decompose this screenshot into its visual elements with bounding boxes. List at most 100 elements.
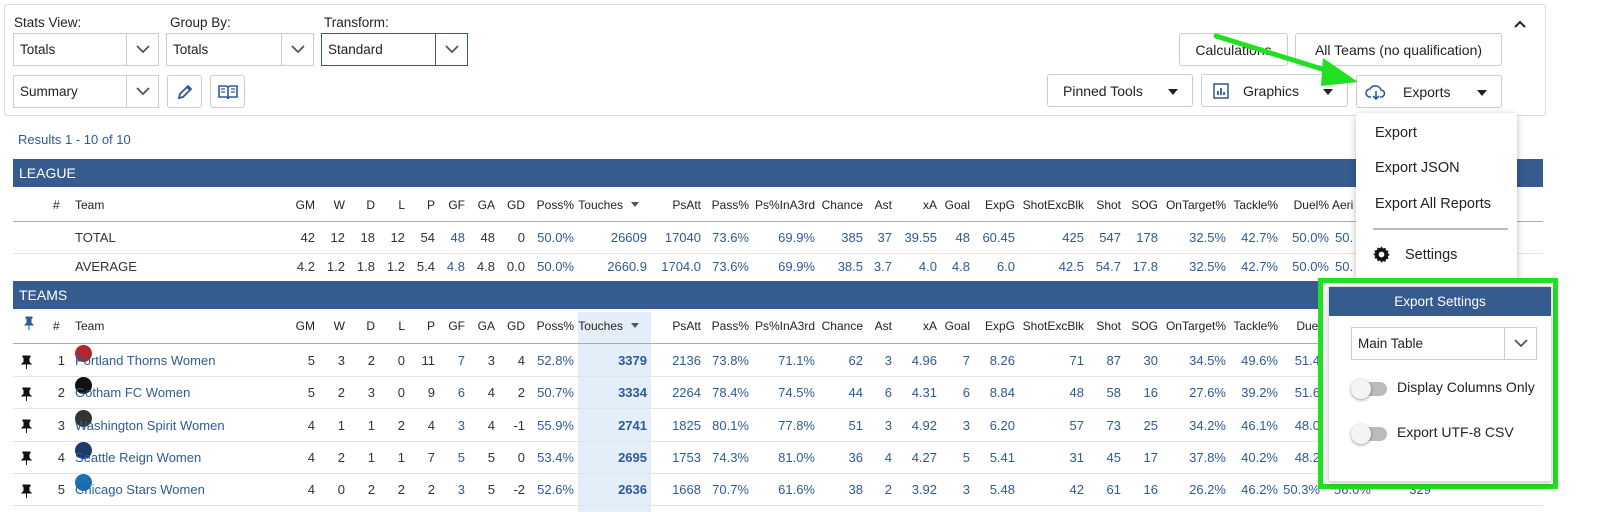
column-header-ast[interactable]: Ast (875, 311, 892, 341)
cell-pass: 73.6% (712, 259, 749, 274)
column-header-goal[interactable]: Goal (945, 190, 970, 220)
edit-button[interactable] (167, 75, 202, 108)
league-row: TOTAL 42 12 18 12 54 48 48 0 50.0% 26609 17040 73.6%… (13, 222, 1543, 254)
cell-pass: 73.6% (712, 230, 749, 245)
chevron-up-icon[interactable] (1512, 18, 1528, 30)
column-header-expg[interactable]: ExpG (985, 311, 1015, 341)
column-header-gd[interactable]: GD (507, 190, 525, 220)
cell-expg: 5.48 (989, 482, 1015, 498)
row-rank: 5 (57, 482, 65, 498)
column-header-pass[interactable]: Pass% (712, 190, 749, 220)
pin-icon[interactable] (20, 474, 33, 506)
column-header-psatt[interactable]: PsAtt (672, 311, 701, 341)
column-header-touches[interactable]: Touches (578, 190, 623, 220)
menu-item-export-all-reports[interactable]: Export All Reports (1375, 196, 1491, 212)
column-header-xa[interactable]: xA (923, 190, 937, 220)
column-header-poss[interactable]: Poss% (537, 190, 574, 220)
cell-duel: 48.2 (1294, 449, 1320, 465)
column-header-goal[interactable]: Goal (945, 311, 970, 341)
column-header-w[interactable]: W (334, 190, 345, 220)
column-header-tackle[interactable]: Tackle% (1233, 311, 1278, 341)
cell-duel: 48.0 (1294, 417, 1320, 433)
menu-item-settings[interactable]: Settings (1372, 245, 1457, 264)
column-header-gf[interactable]: GF (448, 190, 465, 220)
export-utf8-label: Export UTF-8 CSV (1397, 424, 1514, 440)
sort-desc-icon[interactable] (631, 202, 639, 207)
column-header-gm[interactable]: GM (296, 311, 315, 341)
menu-item-export-json[interactable]: Export JSON (1375, 160, 1460, 176)
display-columns-only-toggle[interactable] (1351, 379, 1387, 399)
column-header-gm[interactable]: GM (296, 190, 315, 220)
cell-touches: 26609 (610, 230, 647, 245)
column-header-l[interactable]: L (398, 311, 405, 341)
column-header-psina3rd[interactable]: Ps%InA3rd (755, 190, 815, 220)
summary-select[interactable]: Summary (13, 75, 159, 108)
transform-select[interactable]: Standard (321, 33, 468, 66)
guide-button[interactable] (210, 75, 245, 108)
team-name: Portland Thorns Women (75, 353, 216, 368)
column-header-expg[interactable]: ExpG (985, 190, 1015, 220)
column-header-sog[interactable]: SOG (1131, 190, 1158, 220)
cell-ast: 3 (884, 353, 892, 368)
column-header-w[interactable]: W (334, 311, 345, 341)
column-header-ga[interactable]: GA (478, 311, 495, 341)
column-header-p[interactable]: P (427, 311, 435, 341)
pinned-tools-button[interactable]: Pinned Tools (1047, 74, 1193, 107)
cell-ga: 3 (487, 353, 495, 368)
column-header-ontarget[interactable]: OnTarget% (1166, 311, 1226, 341)
group-by-select[interactable]: Totals (166, 33, 314, 66)
column-header-ga[interactable]: GA (478, 190, 495, 220)
column-header-poss[interactable]: Poss% (537, 311, 574, 341)
pin-icon[interactable] (20, 442, 33, 474)
cell-xa: 39.55 (904, 230, 937, 245)
column-header-shot[interactable]: Shot (1096, 190, 1121, 220)
column-header-pass[interactable]: Pass% (712, 311, 749, 341)
column-header-xa[interactable]: xA (923, 311, 937, 341)
column-header-gf[interactable]: GF (448, 311, 465, 341)
export-utf8-toggle[interactable] (1351, 424, 1387, 444)
cell-poss: 52.8% (537, 353, 574, 368)
column-header-p[interactable]: P (427, 190, 435, 220)
cell-touches: 2741 (618, 417, 647, 433)
column-header-psatt[interactable]: PsAtt (672, 190, 701, 220)
column-header-team[interactable]: Team (75, 190, 104, 220)
team-row: 3 Washington Spirit Women 4 1 1 2 4 3 4 -1 55.9% 27… (13, 409, 1543, 442)
column-header-ast[interactable]: Ast (875, 190, 892, 220)
column-header-ontarget[interactable]: OnTarget% (1166, 190, 1226, 220)
column-header-shotexcblk[interactable]: ShotExcBlk (1023, 311, 1084, 341)
column-header-duel[interactable]: Duel% (1294, 190, 1329, 220)
transform-label: Transform: (324, 15, 389, 30)
column-header-l[interactable]: L (398, 190, 405, 220)
exports-button[interactable]: Exports (1356, 75, 1502, 108)
column-header-d[interactable]: D (366, 311, 375, 341)
cell-touches: 3379 (618, 353, 647, 368)
column-header-aerial[interactable]: Aeri (1332, 190, 1353, 220)
pin-icon[interactable] (20, 345, 33, 377)
column-header-shotexcblk[interactable]: ShotExcBlk (1023, 190, 1084, 220)
cell-goal: 7 (962, 353, 970, 368)
column-header-shot[interactable]: Shot (1096, 311, 1121, 341)
column-header-chance[interactable]: Chance (822, 311, 863, 341)
pin-icon[interactable] (20, 410, 33, 442)
column-header-sog[interactable]: SOG (1131, 311, 1158, 341)
table-select[interactable]: Main Table (1351, 327, 1537, 360)
sort-desc-icon[interactable] (631, 323, 639, 328)
column-header-tackle[interactable]: Tackle% (1233, 190, 1278, 220)
column-header-num: # (53, 198, 60, 212)
cell-xa: 4.96 (911, 353, 937, 368)
book-icon (217, 84, 238, 99)
cell-shot: 547 (1099, 230, 1121, 245)
column-header-chance[interactable]: Chance (822, 190, 863, 220)
stats-view-select[interactable]: Totals (13, 33, 159, 66)
column-header-d[interactable]: D (366, 190, 375, 220)
cell-w: 2 (337, 449, 345, 465)
pin-header-icon[interactable] (23, 311, 35, 341)
column-header-team[interactable]: Team (75, 311, 104, 341)
column-header-touches[interactable]: Touches (578, 311, 623, 341)
column-header-psina3rd[interactable]: Ps%InA3rd (755, 311, 815, 341)
column-header-gd[interactable]: GD (507, 311, 525, 341)
cell-expg: 8.84 (989, 385, 1015, 401)
pin-icon[interactable] (20, 377, 33, 409)
menu-item-export[interactable]: Export (1375, 125, 1417, 141)
cell-psina3rd: 69.9% (778, 259, 815, 274)
